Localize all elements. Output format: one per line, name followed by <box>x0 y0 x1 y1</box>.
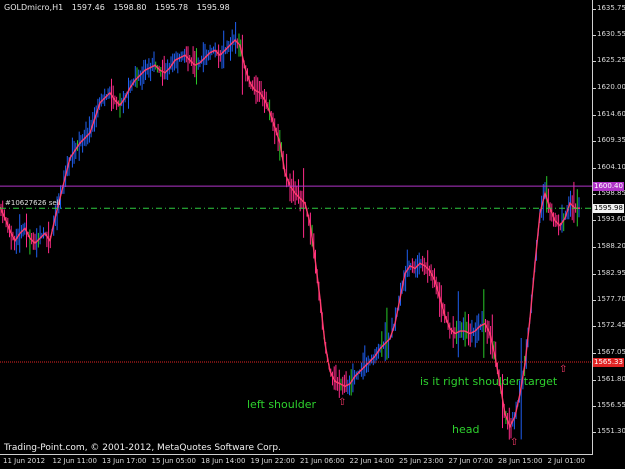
annotation-left-shoulder: left shoulder <box>247 398 317 411</box>
price-tickmark <box>592 220 596 222</box>
arrow-up-icon: ⇧ <box>510 437 519 448</box>
price-tick-label: 1572.45 <box>597 321 625 330</box>
quote-open: 1597.46 <box>71 3 105 12</box>
price-tick-label: 1567.05 <box>597 348 625 357</box>
order-label[interactable]: #10627626 sell <box>5 199 61 207</box>
price-tickmark <box>592 299 596 301</box>
arrow-up-icon: ⇧ <box>559 364 568 375</box>
time-tick-label: 2 Jul 01:00 <box>547 457 586 465</box>
price-tickmark <box>592 8 596 10</box>
price-tickmark <box>592 34 596 36</box>
time-tick-label: 21 Jun 06:00 <box>300 457 345 465</box>
time-tick-label: 18 Jun 14:00 <box>201 457 246 465</box>
quote-close: 1595.98 <box>196 3 230 12</box>
time-tick-label: 27 Jun 07:00 <box>448 457 493 465</box>
symbol-timeframe: GOLDmicro,H1 <box>4 3 64 12</box>
price-tick-label: 1620.00 <box>597 82 625 91</box>
price-tick-label: 1614.60 <box>597 109 625 118</box>
quote-high: 1598.80 <box>113 3 147 12</box>
arrow-up-icon: ⇧ <box>338 397 347 408</box>
time-tick-label: 12 Jun 11:00 <box>52 457 97 465</box>
price-tickmark <box>592 61 596 63</box>
price-tick-label: 1588.20 <box>597 242 625 251</box>
price-tickmark <box>592 193 596 195</box>
price-tick-label: 1609.35 <box>597 136 625 145</box>
time-tick-label: 19 Jun 22:00 <box>250 457 295 465</box>
price-tickmark <box>592 141 596 143</box>
annotation-head: head <box>452 423 480 436</box>
time-tick-label: 28 Jun 15:00 <box>498 457 543 465</box>
quote-low: 1595.78 <box>155 3 189 12</box>
moving-average-line <box>0 39 580 429</box>
time-tick-label: 13 Jun 17:00 <box>102 457 147 465</box>
price-tag-resistance: 1600.40 <box>593 181 624 191</box>
price-tag-support: 1565.33 <box>593 357 624 367</box>
price-tickmark <box>592 167 596 169</box>
time-tick-label: 25 Jun 23:00 <box>399 457 444 465</box>
price-tick-label: 1604.10 <box>597 162 625 171</box>
price-tick-label: 1635.75 <box>597 3 625 12</box>
price-tickmark <box>592 432 596 434</box>
time-tick-label: 22 Jun 14:00 <box>349 457 394 465</box>
price-tickmark <box>592 326 596 328</box>
price-tick-label: 1582.95 <box>597 268 625 277</box>
time-tick-label: 15 Jun 05:00 <box>151 457 196 465</box>
price-tickmark <box>592 247 596 249</box>
price-tick-label: 1577.70 <box>597 294 625 303</box>
price-tickmark <box>592 87 596 89</box>
annotation-right-shoulder: is it right shoulder target <box>420 375 558 388</box>
price-tick-label: 1556.55 <box>597 401 625 410</box>
price-tick-label: 1630.55 <box>597 29 625 38</box>
price-tickmark <box>592 353 596 355</box>
price-tick-label: 1561.80 <box>597 374 625 383</box>
price-tick-label: 1625.25 <box>597 56 625 65</box>
price-tickmark <box>592 406 596 408</box>
ohlc-bars <box>0 22 580 440</box>
copyright-text: Trading-Point.com, © 2001-2012, MetaQuot… <box>4 443 281 453</box>
price-tickmark <box>592 379 596 381</box>
time-tick-label: 11 Jun 2012 <box>3 457 46 465</box>
chart-title: GOLDmicro,H1 1597.46 1598.80 1595.78 159… <box>4 3 236 12</box>
price-axis[interactable]: 1635.75 1630.55 1625.25 1620.00 1614.60 1609.… <box>592 0 625 454</box>
price-tick-label: 1551.30 <box>597 427 625 436</box>
price-tick-label: 1593.60 <box>597 215 625 224</box>
price-tickmark <box>592 273 596 275</box>
chart-window[interactable]: GOLDmicro,H1 1597.46 1598.80 1595.78 159… <box>0 0 625 469</box>
price-tickmark <box>592 114 596 116</box>
time-axis[interactable]: 11 Jun 2012 12 Jun 11:00 13 Jun 17:00 15 Ju… <box>0 454 625 469</box>
price-tag-order: 1595.98 <box>593 203 624 213</box>
